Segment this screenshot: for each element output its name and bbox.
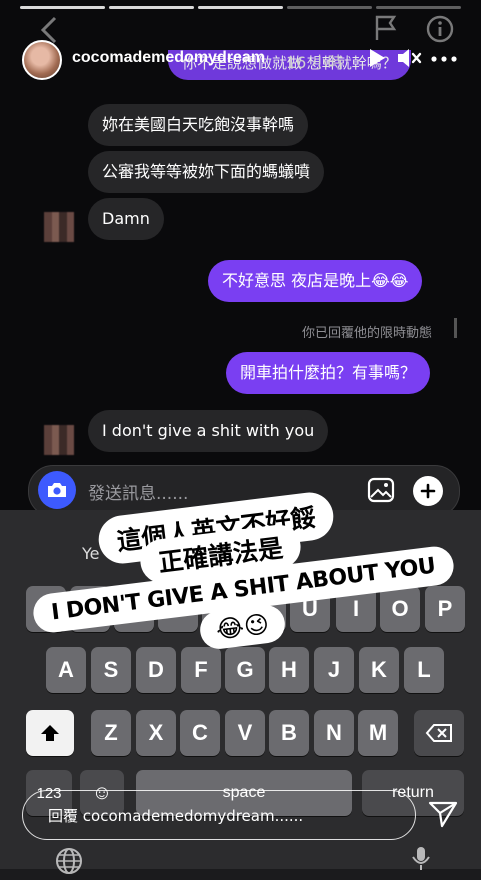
key-m[interactable]: M bbox=[358, 710, 398, 756]
message-bubble: 公審我等等被妳下面的螞蟻噴 bbox=[88, 151, 325, 193]
microphone-icon[interactable] bbox=[410, 845, 432, 875]
camera-button[interactable] bbox=[38, 471, 76, 509]
key-p[interactable]: P bbox=[425, 586, 465, 632]
message-bubble-sent: 開車拍什麼拍？有事嗎？ bbox=[226, 352, 431, 394]
sender-avatar-blurred bbox=[44, 425, 74, 455]
add-button[interactable] bbox=[413, 476, 443, 506]
story-progress-bar bbox=[20, 6, 461, 9]
composer-placeholder[interactable]: 發送訊息...... bbox=[88, 479, 188, 504]
key-n[interactable]: N bbox=[314, 710, 354, 756]
key-o[interactable]: O bbox=[380, 586, 420, 632]
key-h[interactable]: H bbox=[269, 647, 309, 693]
send-icon[interactable] bbox=[428, 800, 458, 832]
globe-icon[interactable] bbox=[54, 846, 84, 880]
story-time: 16 小時 bbox=[286, 53, 344, 72]
gallery-icon[interactable] bbox=[366, 476, 396, 508]
message-bubble-sent: 不好意思 夜店是晚上😂😂 bbox=[208, 260, 423, 302]
reply-placeholder[interactable]: 回覆 cocomademedomydream...... bbox=[48, 805, 303, 826]
shift-key[interactable] bbox=[26, 710, 74, 756]
key-g[interactable]: G bbox=[225, 647, 265, 693]
play-icon[interactable] bbox=[367, 47, 387, 73]
key-d[interactable]: D bbox=[136, 647, 176, 693]
message-bubble: 妳在美國白天吃飽沒事幹嗎 bbox=[88, 104, 309, 146]
message-bubble: I don't give a shit with you bbox=[88, 410, 329, 452]
shift-icon bbox=[41, 725, 59, 741]
plus-icon bbox=[420, 483, 436, 499]
key-z[interactable]: Z bbox=[91, 710, 131, 756]
camera-icon bbox=[48, 483, 66, 497]
key-l[interactable]: L bbox=[404, 647, 444, 693]
backspace-key[interactable] bbox=[414, 710, 464, 756]
backspace-icon bbox=[425, 724, 452, 742]
key-v[interactable]: V bbox=[225, 710, 265, 756]
story-username[interactable]: cocomademedomydream bbox=[72, 49, 265, 67]
reply-note: 你已回覆他的限時動態 bbox=[302, 326, 433, 341]
key-k[interactable]: K bbox=[359, 647, 399, 693]
key-f[interactable]: F bbox=[181, 647, 221, 693]
keyboard-suggestion[interactable]: Ye bbox=[82, 544, 100, 563]
key-s[interactable]: S bbox=[91, 647, 131, 693]
key-j[interactable]: J bbox=[314, 647, 354, 693]
key-x[interactable]: X bbox=[136, 710, 176, 756]
key-c[interactable]: C bbox=[180, 710, 220, 756]
message-bubble: Damn bbox=[88, 198, 164, 240]
key-a[interactable]: A bbox=[46, 647, 86, 693]
sender-avatar-blurred bbox=[44, 212, 74, 242]
mute-icon[interactable] bbox=[396, 46, 422, 74]
back-chevron-icon bbox=[40, 16, 58, 48]
more-options-icon[interactable] bbox=[430, 49, 458, 68]
key-b[interactable]: B bbox=[269, 710, 309, 756]
reply-divider bbox=[454, 318, 457, 338]
info-icon bbox=[425, 14, 455, 48]
flag-icon bbox=[374, 14, 398, 46]
